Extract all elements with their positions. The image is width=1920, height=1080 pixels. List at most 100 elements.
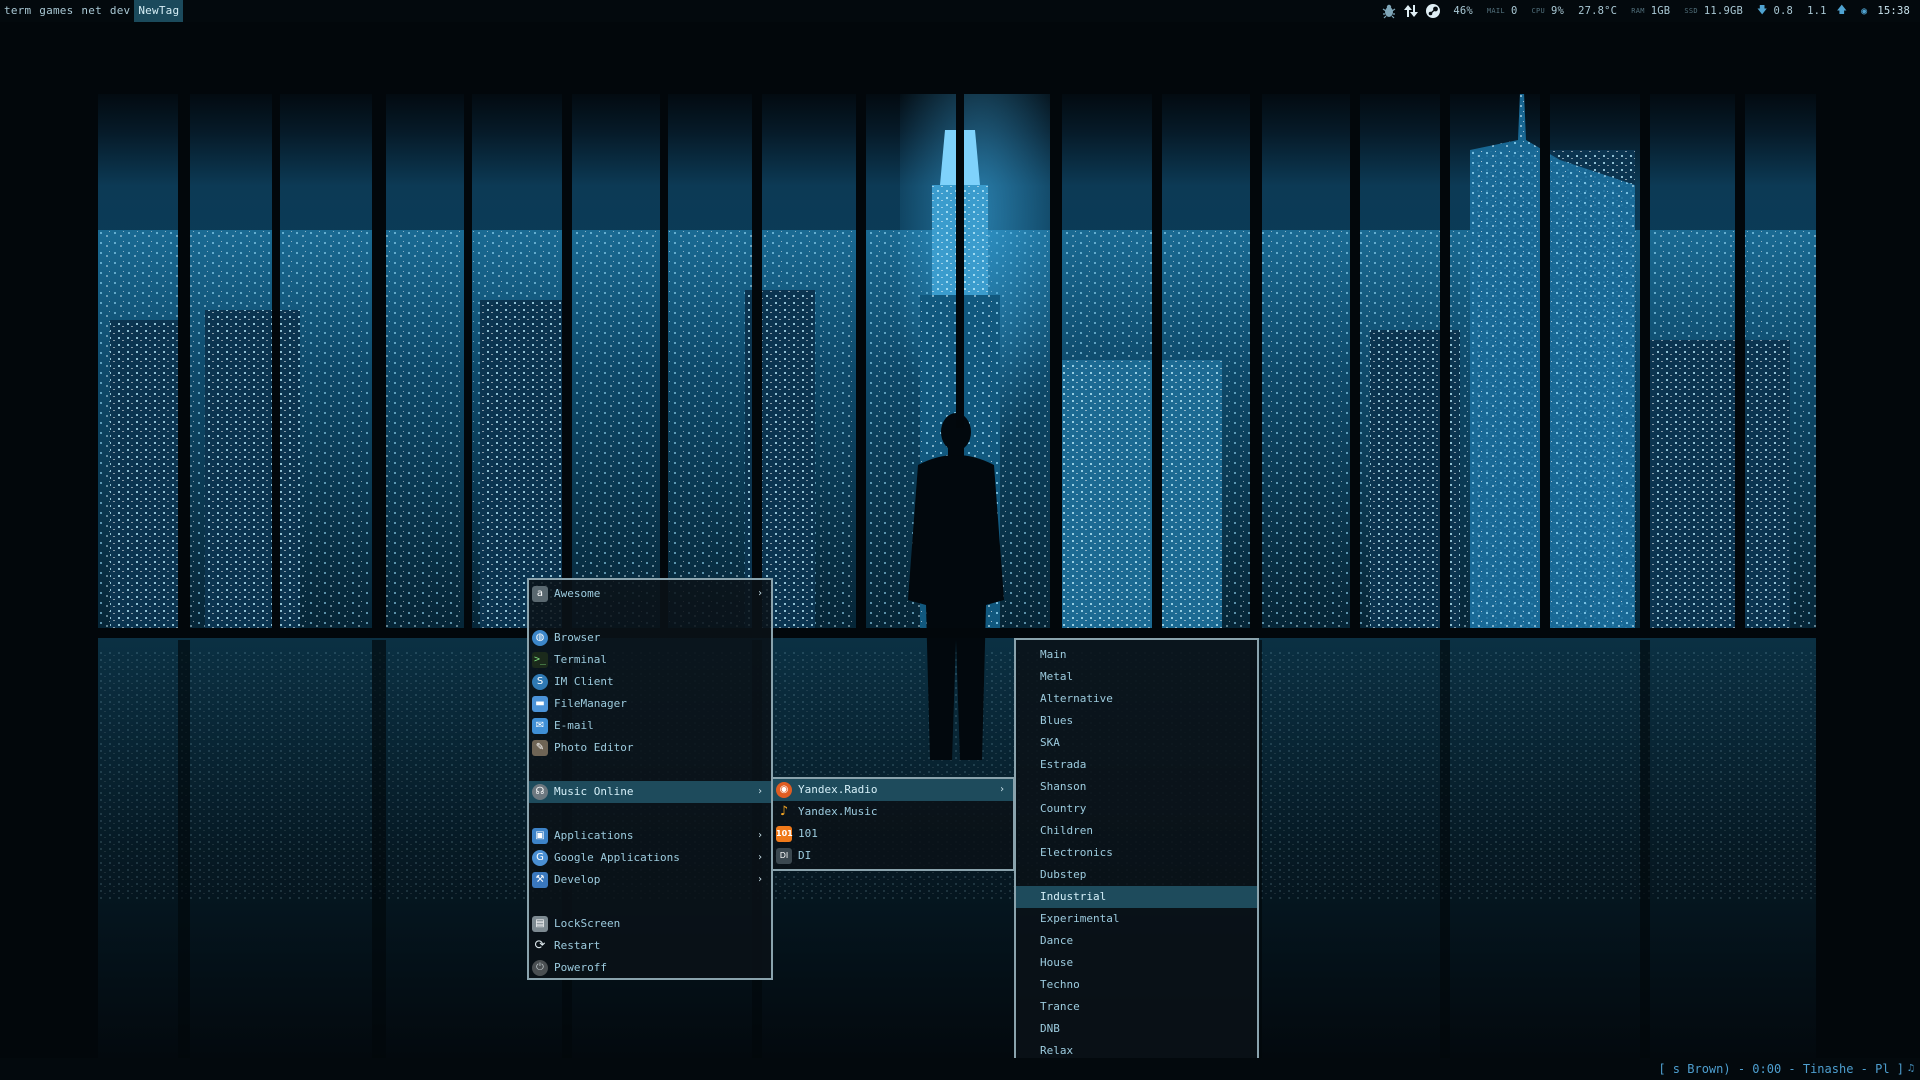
- menu-item-im-client[interactable]: S IM Client: [529, 671, 771, 693]
- menu-item-terminal[interactable]: >_ Terminal: [529, 649, 771, 671]
- radio-item-blues[interactable]: Blues: [1016, 710, 1257, 732]
- menu-item-label: Awesome: [554, 587, 601, 600]
- menu-item-lockscreen[interactable]: ▤ LockScreen: [529, 913, 771, 935]
- menu-item-yandex-radio[interactable]: ◉ Yandex.Radio ›: [773, 779, 1013, 801]
- upload-arrow-icon: 🡅: [1836, 4, 1848, 16]
- mail-icon: ✉: [532, 718, 548, 734]
- menu-item-label: LockScreen: [554, 917, 621, 930]
- battery-value: 46%: [1453, 5, 1473, 17]
- status-area: 46% MAIL 0 CPU 9% 27.8°C RAM 1GB SSD 11.…: [1381, 0, 1920, 22]
- menu-item-label: Restart: [554, 939, 601, 952]
- tag-dev[interactable]: dev: [106, 0, 134, 22]
- radio-item-dubstep[interactable]: Dubstep: [1016, 864, 1257, 886]
- ssd-value: 11.9GB: [1703, 5, 1744, 17]
- menu-item-label: FileManager: [554, 697, 627, 710]
- submenu-arrow-icon: ›: [998, 784, 1005, 795]
- radio-item-electronics[interactable]: Electronics: [1016, 842, 1257, 864]
- menu-item-label: Photo Editor: [554, 741, 634, 754]
- menu-item-applications[interactable]: ▣ Applications ›: [529, 825, 771, 847]
- radio-item-experimental[interactable]: Experimental: [1016, 908, 1257, 930]
- submenu-arrow-icon: ›: [756, 852, 763, 863]
- browser-icon: ◍: [532, 630, 548, 646]
- net-up-value: 1.1: [1807, 5, 1827, 17]
- menu-item-label: Terminal: [554, 653, 607, 666]
- menu-item-label: Techno: [1040, 978, 1080, 991]
- menu-item-awesome[interactable]: a Awesome ›: [529, 583, 771, 605]
- mail-label: MAIL: [1486, 7, 1505, 15]
- tag-term[interactable]: term: [0, 0, 35, 22]
- submenu-arrow-icon: ›: [756, 874, 763, 885]
- clock[interactable]: 15:38: [1877, 5, 1910, 17]
- menu-item-label: IM Client: [554, 675, 614, 688]
- google-icon: G: [532, 850, 548, 866]
- menu-item-restart[interactable]: ⟳ Restart: [529, 935, 771, 957]
- menu-item-label: Industrial: [1040, 890, 1107, 903]
- menu-item-label: Trance: [1040, 1000, 1080, 1013]
- main-menu: a Awesome › ◍ Browser >_ Terminal S IM C…: [527, 578, 773, 980]
- radio-item-estrada[interactable]: Estrada: [1016, 754, 1257, 776]
- menu-item-label: Blues: [1040, 714, 1074, 727]
- radio-item-shanson[interactable]: Shanson: [1016, 776, 1257, 798]
- radio-item-relax[interactable]: Relax: [1016, 1040, 1257, 1062]
- menu-item-label: Develop: [554, 873, 601, 886]
- menu-item-label: Yandex.Radio: [798, 783, 878, 796]
- menu-item-label: Browser: [554, 631, 601, 644]
- net-down-value: 0.8: [1773, 5, 1794, 17]
- power-icon: ⏻: [532, 960, 548, 976]
- now-playing-text[interactable]: [ s Brown) - 0:00 - Tinashe - Pl ]: [1658, 1058, 1904, 1080]
- yandex-radio-submenu: Main Metal Alternative Blues SKA Estrada…: [1014, 638, 1259, 1058]
- menu-item-label: 101: [798, 827, 818, 840]
- restart-icon: ⟳: [534, 938, 546, 953]
- radio-item-ska[interactable]: SKA: [1016, 732, 1257, 754]
- menu-item-yandex-music[interactable]: ♪ Yandex.Music: [773, 801, 1013, 823]
- menu-item-label: Dubstep: [1040, 868, 1087, 881]
- clock-icon: ◉: [1861, 5, 1868, 17]
- menu-item-photo-editor[interactable]: ✎ Photo Editor: [529, 737, 771, 759]
- radio-item-country[interactable]: Country: [1016, 798, 1257, 820]
- bottom-panel: [ s Brown) - 0:00 - Tinashe - Pl ] ♫: [0, 1058, 1920, 1080]
- menu-item-label: Poweroff: [554, 961, 607, 974]
- yandex-music-icon: ♪: [779, 804, 789, 819]
- radio-item-house[interactable]: House: [1016, 952, 1257, 974]
- up-down-arrows-icon[interactable]: [1403, 3, 1419, 19]
- menu-item-develop[interactable]: ⚒ Develop ›: [529, 869, 771, 891]
- radio-item-trance[interactable]: Trance: [1016, 996, 1257, 1018]
- menu-item-label: Google Applications: [554, 851, 680, 864]
- radio-item-techno[interactable]: Techno: [1016, 974, 1257, 996]
- radio-item-main[interactable]: Main: [1016, 644, 1257, 666]
- menu-item-label: Alternative: [1040, 692, 1113, 705]
- city-wallpaper: [0, 0, 1920, 1080]
- radio-item-children[interactable]: Children: [1016, 820, 1257, 842]
- menu-item-filemanager[interactable]: ▬ FileManager: [529, 693, 771, 715]
- ssd-label: SSD: [1684, 7, 1698, 15]
- di-icon: DI: [776, 848, 792, 864]
- radio-item-dnb[interactable]: DNB: [1016, 1018, 1257, 1040]
- submenu-arrow-icon: ›: [756, 786, 763, 797]
- tag-net[interactable]: net: [77, 0, 105, 22]
- menu-item-email[interactable]: ✉ E-mail: [529, 715, 771, 737]
- menu-item-poweroff[interactable]: ⏻ Poweroff: [529, 957, 771, 979]
- menu-item-label: Yandex.Music: [798, 805, 878, 818]
- radio-item-industrial[interactable]: Industrial: [1016, 886, 1257, 908]
- mail-value: 0: [1510, 5, 1518, 17]
- menu-item-music-online[interactable]: ☊ Music Online ›: [529, 781, 771, 803]
- tag-newtag[interactable]: NewTag: [134, 0, 184, 22]
- menu-item-label: DI: [798, 849, 812, 862]
- radio-item-dance[interactable]: Dance: [1016, 930, 1257, 952]
- menu-item-101[interactable]: 101 101: [773, 823, 1013, 845]
- im-client-icon: S: [532, 674, 548, 690]
- bug-icon[interactable]: [1381, 3, 1397, 19]
- cpu-temp: 27.8°C: [1578, 5, 1618, 17]
- menu-item-label: House: [1040, 956, 1074, 969]
- menu-item-browser[interactable]: ◍ Browser: [529, 627, 771, 649]
- radio-item-metal[interactable]: Metal: [1016, 666, 1257, 688]
- radio-item-alternative[interactable]: Alternative: [1016, 688, 1257, 710]
- menu-item-google-applications[interactable]: G Google Applications ›: [529, 847, 771, 869]
- develop-icon: ⚒: [532, 872, 548, 888]
- headphones-icon: ☊: [532, 784, 548, 800]
- music-note-icon[interactable]: ♫: [1908, 1063, 1918, 1075]
- tag-games[interactable]: games: [35, 0, 77, 22]
- menu-item-di[interactable]: DI DI: [773, 845, 1013, 867]
- menu-item-label: Estrada: [1040, 758, 1087, 771]
- steam-icon[interactable]: [1425, 3, 1441, 19]
